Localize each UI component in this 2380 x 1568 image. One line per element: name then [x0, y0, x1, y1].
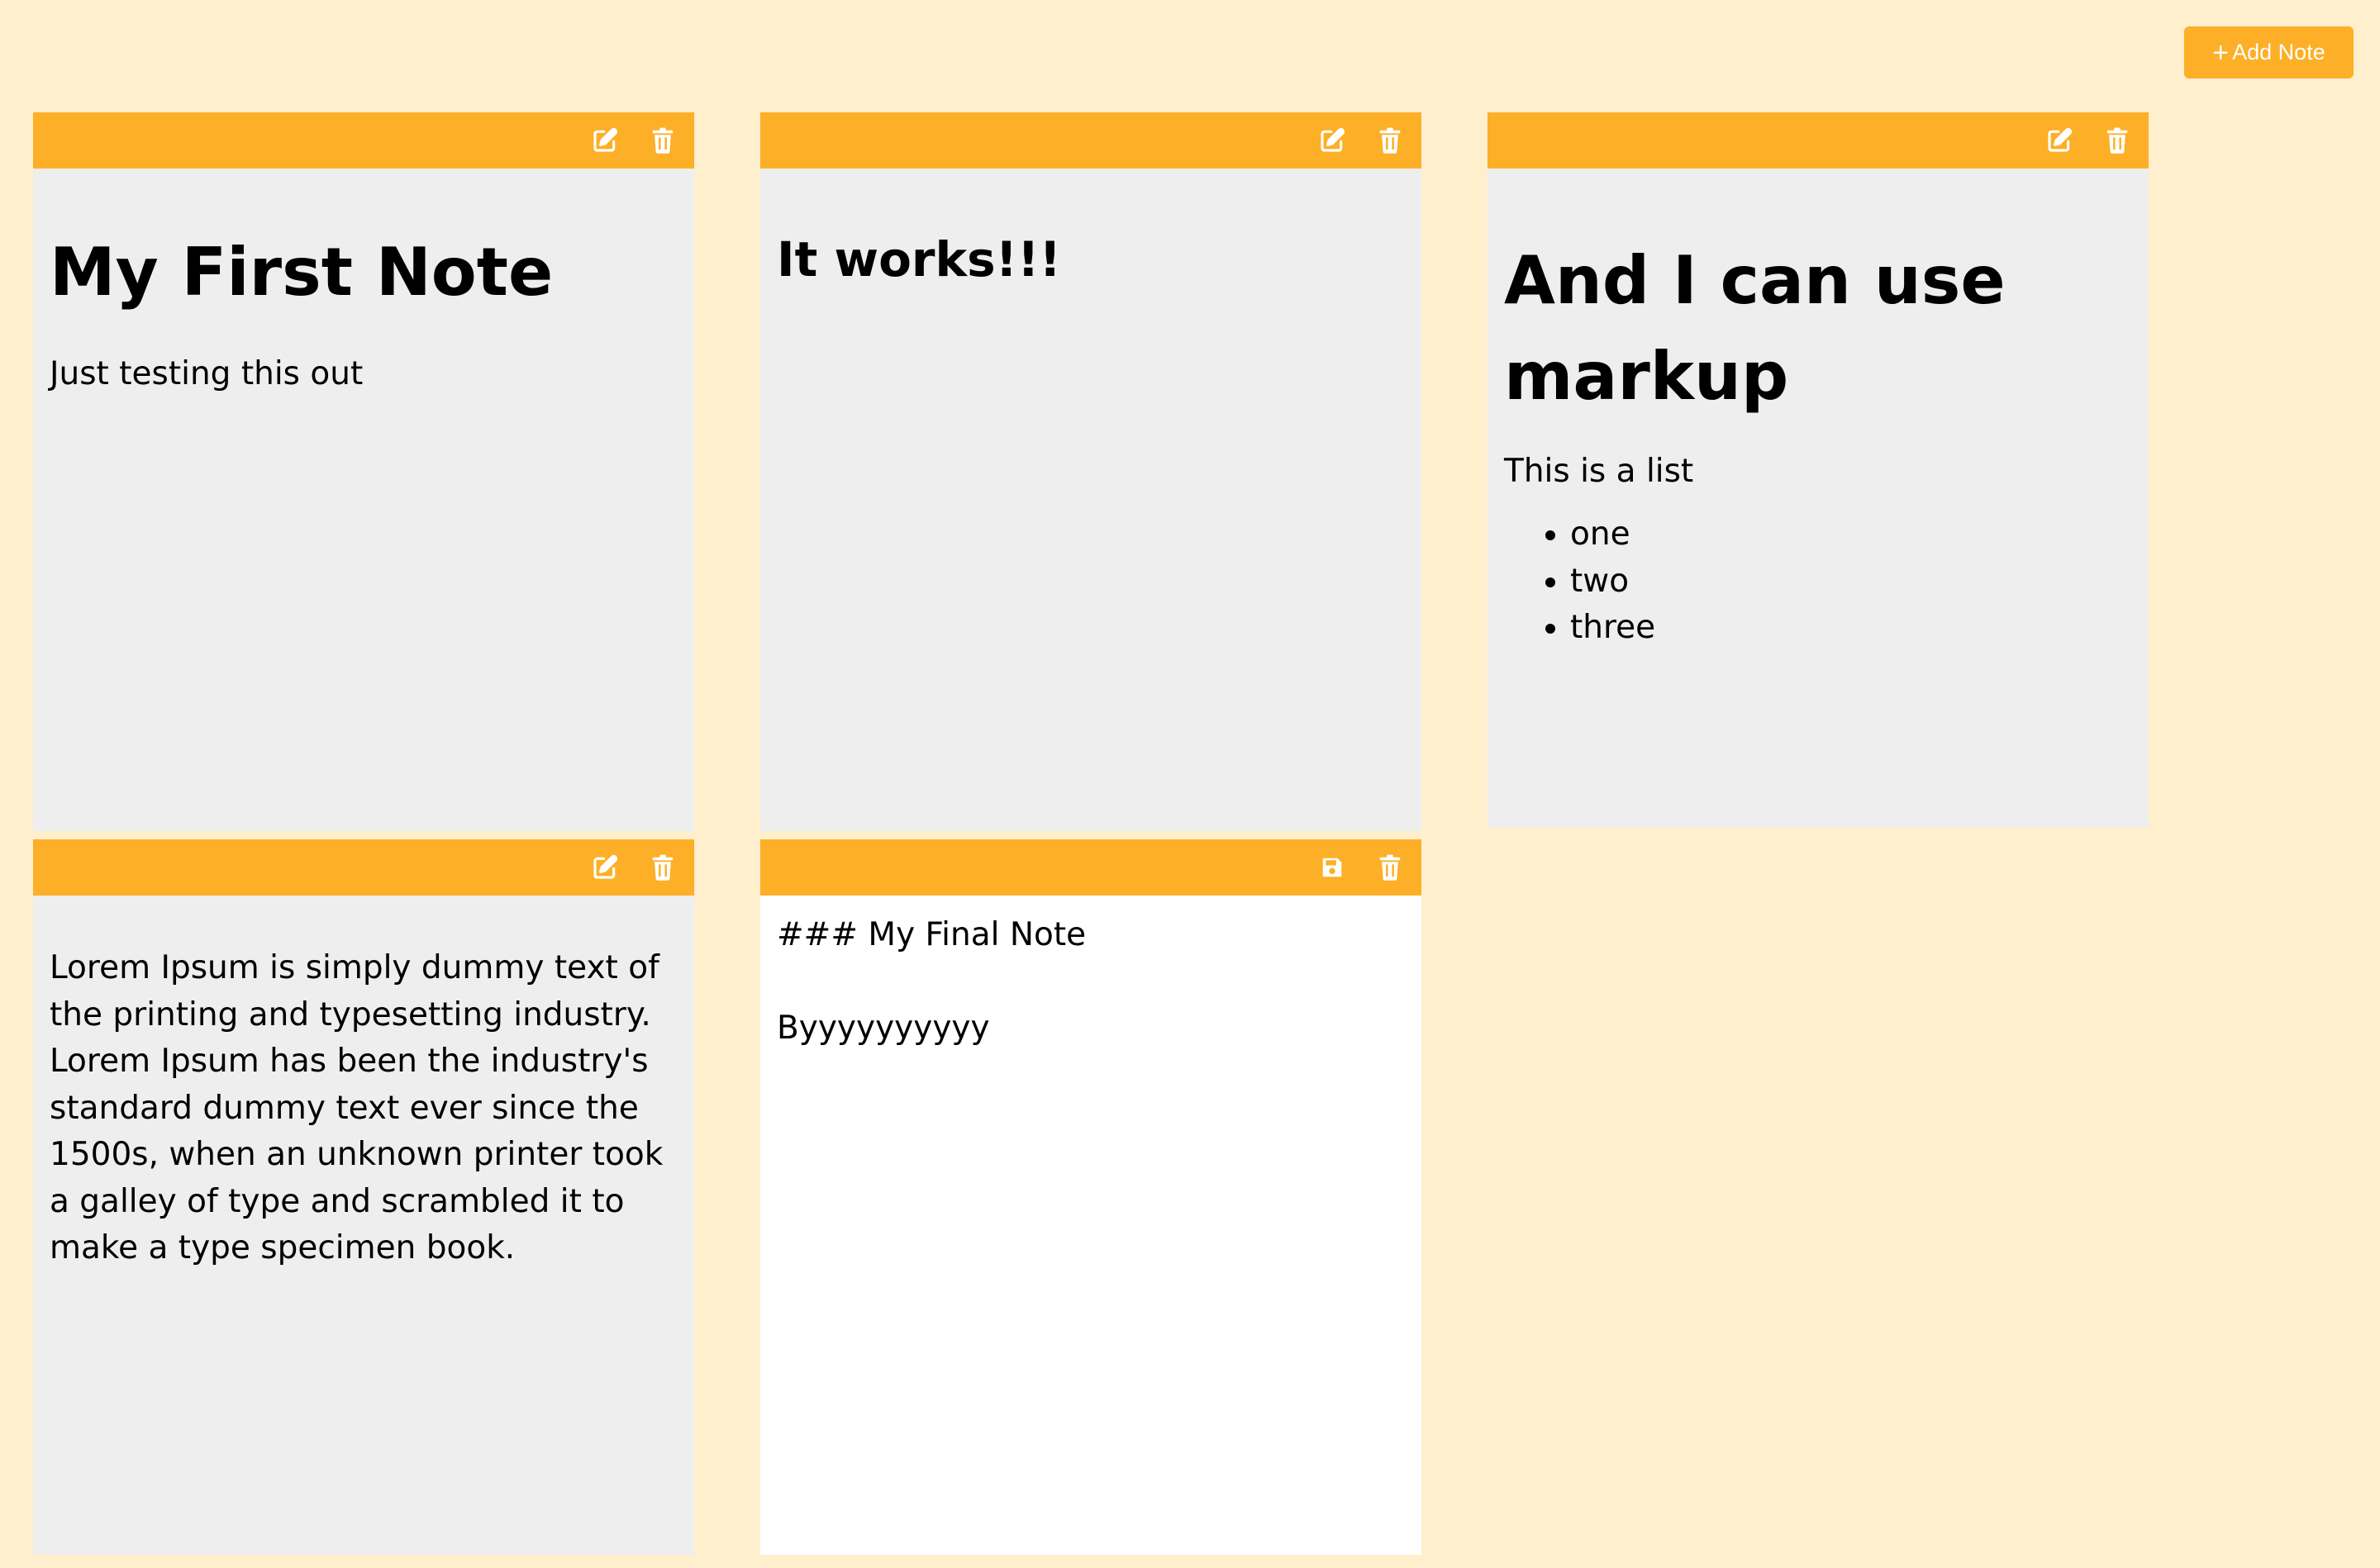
save-icon[interactable] — [1317, 853, 1347, 882]
note-content: And I can use markup This is a list one … — [1488, 169, 2149, 828]
note-content: My First Note Just testing this out — [33, 169, 694, 831]
note-card: And I can use markup This is a list one … — [1488, 112, 2149, 828]
trash-icon[interactable] — [1375, 853, 1405, 882]
note-card: ### My Final Note Byyyyyyyyyy — [760, 839, 1421, 1555]
note-heading: And I can use markup — [1504, 242, 2006, 415]
note-toolbar — [760, 112, 1421, 169]
note-heading: It works!!! — [777, 231, 1061, 287]
list-item: one — [1570, 511, 2132, 558]
note-card: It works!!! — [760, 112, 1421, 831]
trash-icon[interactable] — [2102, 126, 2132, 155]
trash-icon[interactable] — [1375, 126, 1405, 155]
note-toolbar — [33, 112, 694, 169]
note-toolbar — [33, 839, 694, 896]
note-text: Lorem Ipsum is simply dummy text of the … — [50, 949, 664, 1267]
add-note-button[interactable]: + Add Note — [2184, 26, 2354, 78]
add-note-label: Add Note — [2232, 40, 2325, 64]
edit-icon[interactable] — [590, 126, 620, 155]
edit-icon[interactable] — [2044, 126, 2074, 155]
list-item: three — [1570, 605, 2132, 652]
edit-icon[interactable] — [1317, 126, 1347, 155]
note-text: This is a list — [1504, 453, 1694, 490]
note-content: It works!!! — [760, 169, 1421, 831]
note-content: Lorem Ipsum is simply dummy text of the … — [33, 896, 694, 1555]
note-toolbar — [1488, 112, 2149, 169]
note-toolbar — [760, 839, 1421, 896]
note-list: one two three — [1504, 511, 2132, 652]
trash-icon[interactable] — [648, 853, 678, 882]
trash-icon[interactable] — [648, 126, 678, 155]
note-heading: My First Note — [50, 234, 554, 311]
note-text: Just testing this out — [50, 355, 364, 392]
note-editor[interactable]: ### My Final Note Byyyyyyyyyy — [777, 896, 1405, 1555]
edit-icon[interactable] — [590, 853, 620, 882]
note-card: Lorem Ipsum is simply dummy text of the … — [33, 839, 694, 1555]
plus-icon: + — [2212, 36, 2230, 69]
list-item: two — [1570, 558, 2132, 606]
note-content: ### My Final Note Byyyyyyyyyy — [760, 896, 1421, 1555]
note-card: My First Note Just testing this out — [33, 112, 694, 831]
